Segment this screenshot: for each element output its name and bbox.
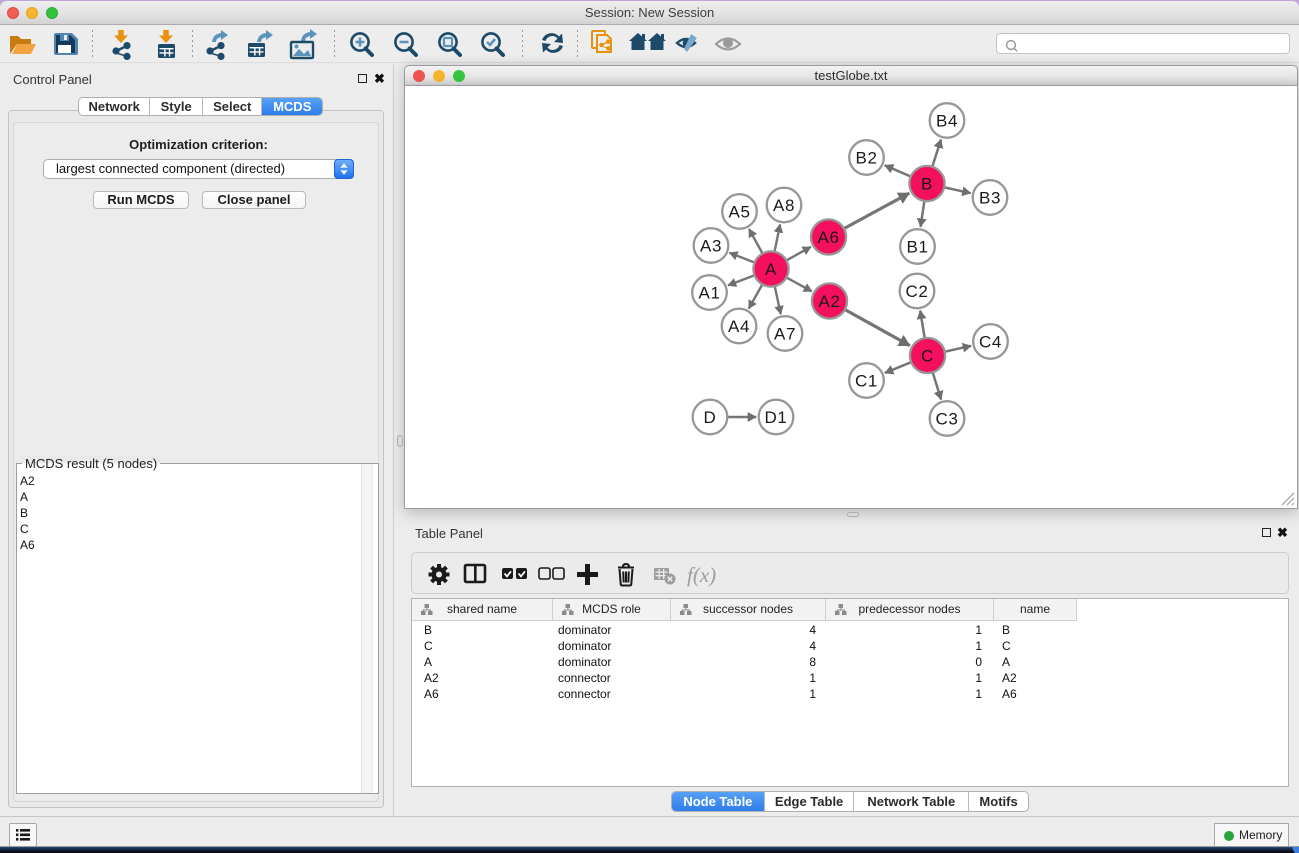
- svg-text:A3: A3: [700, 236, 722, 255]
- svg-text:D: D: [704, 408, 717, 427]
- svg-text:B2: B2: [856, 148, 878, 167]
- svg-text:f(x): f(x): [687, 563, 716, 587]
- svg-text:C: C: [921, 346, 934, 365]
- svg-text:A2: A2: [819, 292, 841, 311]
- svg-text:A4: A4: [728, 317, 750, 336]
- svg-text:A7: A7: [774, 324, 796, 343]
- svg-text:B: B: [921, 174, 933, 193]
- svg-text:C3: C3: [936, 409, 959, 428]
- svg-text:C1: C1: [855, 371, 878, 390]
- svg-text:A5: A5: [729, 202, 751, 221]
- svg-text:A8: A8: [773, 196, 795, 215]
- svg-text:A6: A6: [818, 228, 840, 247]
- svg-text:C4: C4: [979, 332, 1002, 351]
- svg-text:A1: A1: [699, 283, 721, 302]
- svg-text:B1: B1: [907, 237, 929, 256]
- svg-text:B3: B3: [979, 188, 1001, 207]
- svg-text:C2: C2: [906, 282, 929, 301]
- svg-text:A: A: [765, 260, 777, 279]
- svg-text:D1: D1: [765, 408, 788, 427]
- svg-text:B4: B4: [936, 111, 958, 130]
